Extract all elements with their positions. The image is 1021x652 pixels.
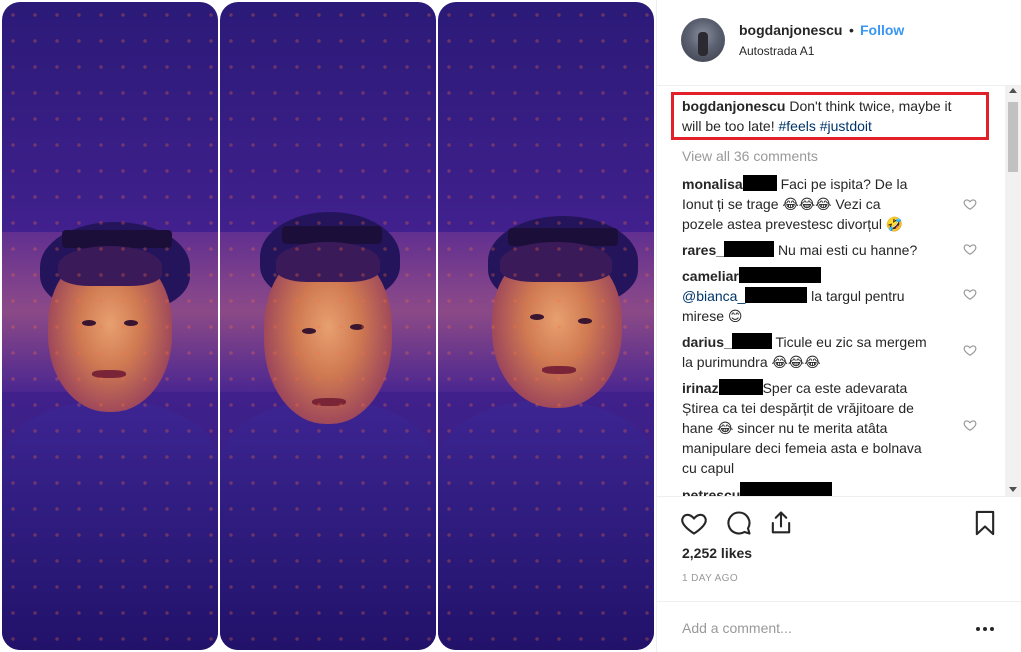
comment-text: la purimundra 😂😂😂	[682, 354, 821, 370]
redaction-block	[740, 482, 833, 496]
header-username[interactable]: bogdanjonescu	[739, 22, 842, 38]
comments-list: bogdanjonescu Don't think twice, maybe i…	[657, 86, 1007, 496]
scroll-up-arrow-icon[interactable]	[1009, 88, 1017, 93]
photo-panel-middle	[220, 2, 436, 650]
comment-text: Ticule eu zic sa mergem	[775, 334, 927, 350]
comment-like-heart-icon[interactable]	[963, 343, 977, 357]
follow-button[interactable]: Follow	[860, 22, 904, 38]
post-timestamp[interactable]: 1 DAY AGO	[682, 573, 738, 584]
hashtag-justdoit[interactable]: #justdoit	[820, 118, 872, 134]
comment-like-heart-icon[interactable]	[963, 197, 977, 211]
redaction-block	[745, 287, 808, 303]
comments-scrollbar[interactable]	[1005, 86, 1021, 496]
redaction-block	[724, 241, 775, 257]
heart-icon[interactable]	[680, 509, 708, 537]
view-all-comments-link[interactable]: View all 36 comments	[682, 148, 818, 164]
photo-panel-right	[438, 2, 654, 650]
add-comment-bar	[657, 601, 1021, 652]
comment-item: darius_ Ticule eu zic sa mergem la purim…	[682, 332, 962, 372]
comment-text: pozele astea prevestesc divorțul 🤣	[682, 216, 904, 232]
comment-text: Ionut ți se trage 😂😂😂 Vezi ca	[682, 196, 881, 212]
comment-username[interactable]: rares_	[682, 242, 724, 258]
comment-item: petrescu	[682, 482, 962, 496]
header-separator: •	[849, 22, 854, 38]
comment-item: monalisa Faci pe ispita? De la Ionut ți …	[682, 174, 962, 234]
add-comment-input[interactable]	[682, 620, 952, 636]
comment-item: cameliar @bianca_ la targul pentru mires…	[682, 266, 962, 326]
comment-username[interactable]: monalisa	[682, 176, 743, 192]
caption-username[interactable]: bogdanjonescu	[682, 98, 785, 114]
comment-username[interactable]: petrescu	[682, 487, 740, 496]
comment-like-heart-icon[interactable]	[963, 287, 977, 301]
location-link[interactable]: Autostrada A1	[739, 44, 814, 58]
photo-panel-left	[2, 2, 218, 650]
comment-item: irinaz Sper ca este adevarata Știrea ca t…	[682, 378, 962, 478]
comment-text: manipulare deci femeia asta e bolnava	[682, 440, 922, 456]
comment-username[interactable]: cameliar	[682, 268, 739, 284]
redaction-block	[731, 333, 772, 349]
scroll-down-arrow-icon[interactable]	[1009, 487, 1017, 492]
post-sidebar: bogdanjonescu • Follow Autostrada A1 bog…	[656, 0, 1021, 652]
likes-count[interactable]: 2,252 likes	[682, 545, 752, 561]
comment-icon[interactable]	[725, 509, 753, 537]
comment-like-heart-icon[interactable]	[963, 418, 977, 432]
scroll-thumb[interactable]	[1008, 102, 1018, 172]
comment-like-heart-icon[interactable]	[963, 242, 977, 256]
avatar[interactable]	[681, 18, 725, 62]
bookmark-icon[interactable]	[971, 509, 999, 537]
post-header: bogdanjonescu • Follow Autostrada A1	[657, 0, 1021, 86]
comment-text: mirese 😊	[682, 308, 743, 324]
redaction-block	[742, 175, 777, 191]
comment-text: cu capul	[682, 460, 735, 476]
comment-text: Știrea ca tei despărțit de vrăjitoare de	[682, 400, 914, 416]
comment-text: Sper ca este adevarata	[762, 380, 908, 396]
post-actions: 2,252 likes 1 DAY AGO	[657, 496, 1021, 652]
comment-text: Faci pe ispita? De la	[780, 176, 908, 192]
more-icon[interactable]	[975, 626, 995, 632]
caption: bogdanjonescu Don't think twice, maybe i…	[682, 96, 962, 136]
redaction-block	[738, 267, 821, 283]
comment-text: la targul pentru	[811, 288, 905, 304]
comment-username[interactable]: irinaz	[682, 380, 719, 396]
redaction-block	[718, 379, 763, 395]
post-photo[interactable]	[0, 0, 656, 652]
comment-mention[interactable]: @bianca_	[682, 288, 745, 304]
comment-username[interactable]: darius_	[682, 334, 732, 350]
comment-text: hane 😂 sincer nu te merita atâta	[682, 420, 888, 436]
comment-item: rares_ Nu mai esti cu hanne?	[682, 240, 962, 260]
comment-text: Nu mai esti cu hanne?	[777, 242, 918, 258]
share-icon[interactable]	[767, 509, 795, 537]
hashtag-feels[interactable]: #feels	[779, 118, 816, 134]
